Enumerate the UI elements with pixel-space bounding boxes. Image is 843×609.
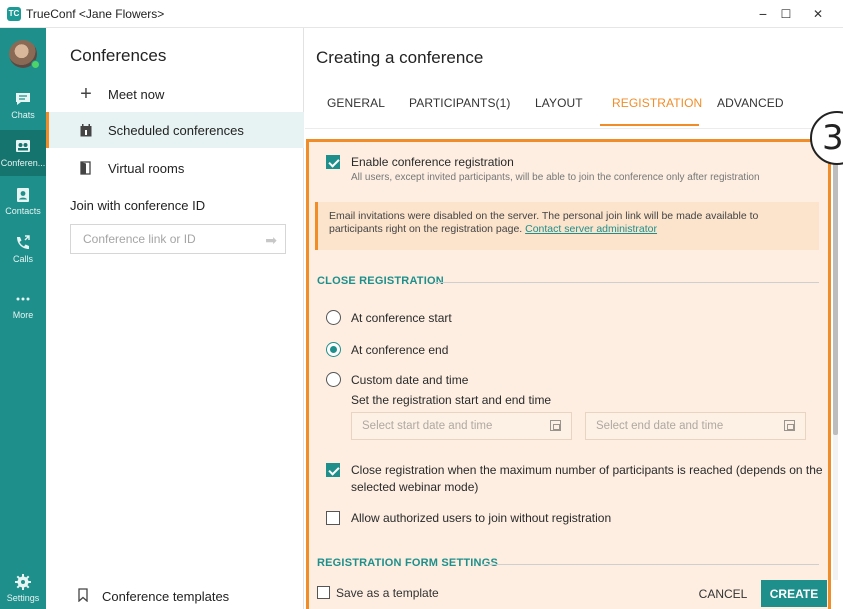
- conference-icon: [16, 140, 30, 152]
- rail-item-contacts[interactable]: Contacts: [0, 178, 46, 224]
- templates-label: Conference templates: [102, 588, 230, 604]
- conference-id-input[interactable]: Conference link or ID ➡: [70, 224, 286, 254]
- registration-settings-panel: Enable conference registration All users…: [306, 139, 831, 609]
- calendar-icon[interactable]: [784, 420, 795, 431]
- save-template-label: Save as a template: [336, 586, 439, 600]
- rail-item-chats[interactable]: Chats: [0, 82, 46, 128]
- tab-advanced[interactable]: ADVANCED: [717, 96, 784, 110]
- sidebar-item-label: Meet now: [108, 86, 165, 102]
- sidebar-item-label: Scheduled conferences: [108, 122, 244, 138]
- join-label: Join with conference ID: [70, 198, 206, 213]
- sidebar-item-label: Virtual rooms: [108, 160, 185, 176]
- panel-title: Conferences: [70, 46, 167, 65]
- nav-rail: Chats Conferen... Contacts Calls More Se…: [0, 28, 46, 609]
- allow-authorized-checkbox[interactable]: [326, 511, 340, 525]
- calendar-icon: [78, 123, 94, 137]
- rail-label-contacts: Contacts: [5, 206, 41, 216]
- contacts-icon: [17, 188, 29, 202]
- calls-icon: [17, 235, 30, 249]
- allow-authorized-label: Allow authorized users to join without r…: [351, 511, 612, 525]
- dialog-footer: Save as a template CANCEL CREATE: [306, 580, 831, 609]
- save-template-checkbox[interactable]: [317, 586, 330, 599]
- conference-templates-link[interactable]: Conference templates: [46, 584, 304, 608]
- rail-label-more: More: [12, 310, 34, 320]
- close-button[interactable]: ✕: [798, 0, 838, 28]
- rail-label-calls: Calls: [12, 254, 33, 264]
- more-icon: [16, 297, 30, 301]
- max-participants-close-label-1: Close registration when the maximum numb…: [351, 463, 823, 477]
- rail-item-settings[interactable]: Settings: [0, 565, 46, 609]
- tabs-divider: [305, 128, 843, 129]
- end-datetime-field[interactable]: Select end date and time: [585, 412, 806, 440]
- enable-registration-hint: All users, except invited participants, …: [351, 172, 760, 183]
- radio-custom[interactable]: [326, 372, 341, 387]
- radio-custom-label: Custom date and time: [351, 373, 469, 387]
- radio-at-end-label: At conference end: [351, 343, 449, 357]
- conferences-panel: Conferences + Meet now Scheduled confere…: [46, 28, 304, 609]
- rail-label-chats: Chats: [11, 110, 35, 120]
- active-tab-indicator: [600, 124, 699, 126]
- rail-label-conferences: Conferen...: [0, 158, 46, 168]
- calendar-icon[interactable]: [550, 420, 561, 431]
- section-divider: [434, 282, 819, 283]
- email-disabled-notice: Email invitations were disabled on the s…: [315, 202, 819, 250]
- arrow-right-icon[interactable]: ➡: [265, 232, 277, 249]
- cancel-button[interactable]: CANCEL: [693, 581, 753, 607]
- online-status-indicator: [31, 60, 40, 69]
- start-datetime-field[interactable]: Select start date and time: [351, 412, 572, 440]
- close-registration-heading: CLOSE REGISTRATION: [317, 275, 444, 287]
- radio-at-end[interactable]: [326, 342, 341, 357]
- rail-item-calls[interactable]: Calls: [0, 226, 46, 272]
- window-title: TrueConf <Jane Flowers>: [26, 6, 165, 21]
- tab-participants[interactable]: PARTICIPANTS(1): [409, 96, 511, 110]
- create-button[interactable]: CREATE: [761, 580, 827, 607]
- tab-layout[interactable]: LAYOUT: [535, 96, 583, 110]
- gear-icon: [15, 574, 31, 590]
- enable-registration-label: Enable conference registration: [351, 155, 514, 169]
- tab-registration[interactable]: REGISTRATION: [612, 96, 702, 110]
- scrollbar-thumb[interactable]: [833, 145, 838, 435]
- page-title: Creating a conference: [316, 48, 484, 67]
- rail-item-conferences[interactable]: Conferen...: [0, 130, 46, 176]
- title-bar: TC TrueConf <Jane Flowers> − ☐ ✕: [0, 0, 843, 28]
- chat-icon: [16, 93, 30, 105]
- sidebar-item-virtual-rooms[interactable]: Virtual rooms: [46, 150, 304, 186]
- sidebar-item-scheduled[interactable]: Scheduled conferences: [46, 112, 304, 148]
- end-datetime-placeholder: Select end date and time: [596, 420, 724, 432]
- start-datetime-placeholder: Select start date and time: [362, 420, 493, 432]
- enable-registration-checkbox[interactable]: [326, 155, 340, 169]
- section-divider: [482, 564, 819, 565]
- contact-admin-link[interactable]: Contact server administrator: [525, 223, 657, 235]
- rail-item-more[interactable]: More: [0, 282, 46, 328]
- registration-form-heading: REGISTRATION FORM SETTINGS: [317, 557, 498, 569]
- radio-at-start[interactable]: [326, 310, 341, 325]
- max-participants-close-label-2: selected webinar mode): [351, 480, 479, 494]
- bookmark-icon: [78, 587, 88, 605]
- custom-time-hint: Set the registration start and end time: [351, 393, 552, 407]
- trueconf-logo-icon: TC: [7, 6, 21, 21]
- radio-at-start-label: At conference start: [351, 311, 452, 325]
- max-participants-close-checkbox[interactable]: [326, 463, 340, 477]
- rail-label-settings: Settings: [6, 593, 40, 603]
- plus-icon: +: [80, 82, 92, 105]
- tab-general[interactable]: GENERAL: [327, 96, 385, 110]
- sidebar-item-meet-now[interactable]: + Meet now: [46, 76, 304, 112]
- conference-id-placeholder: Conference link or ID: [83, 232, 196, 246]
- door-icon: [78, 161, 94, 175]
